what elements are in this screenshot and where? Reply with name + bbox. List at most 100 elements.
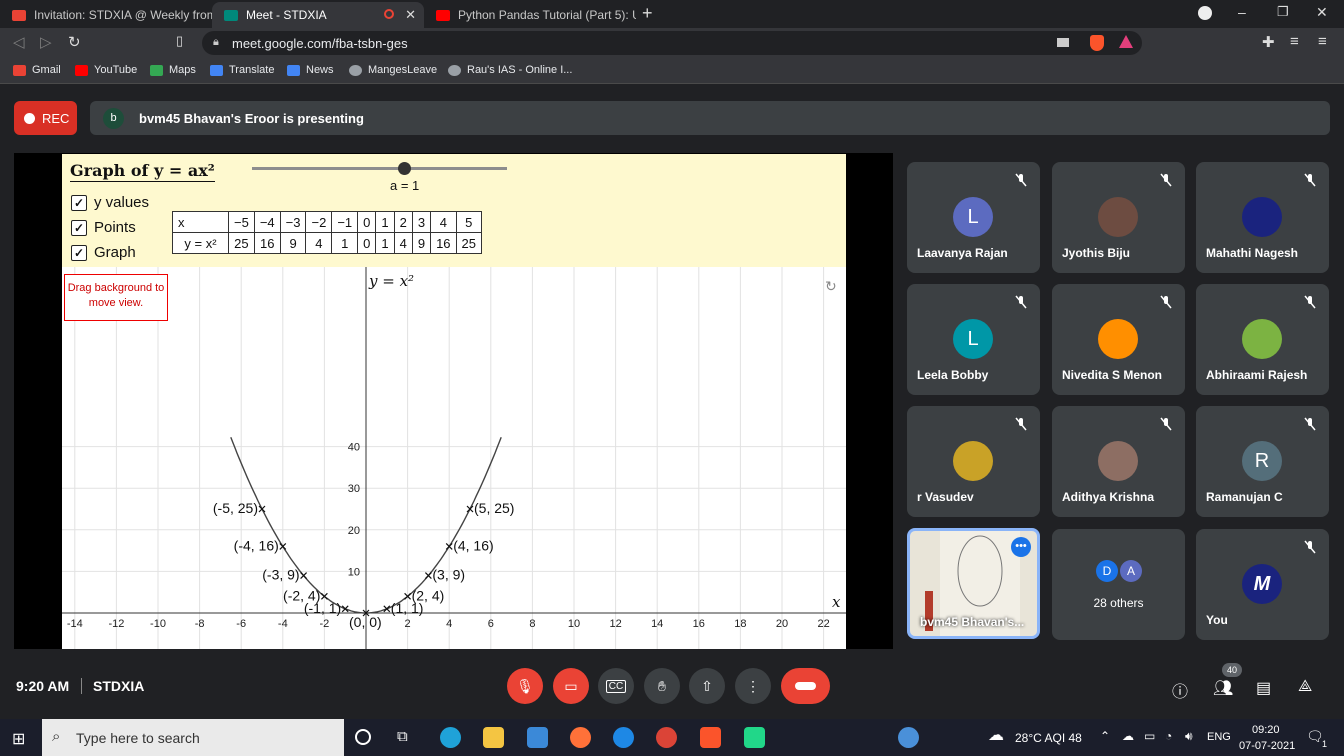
tab-search-icon[interactable]: [1198, 6, 1212, 20]
task-view-icon[interactable]: ⧉: [397, 728, 408, 745]
meeting-details-icon[interactable]: ⓘ: [1172, 678, 1188, 702]
table-header-y: y = x²: [172, 232, 229, 254]
a-slider-track[interactable]: [252, 167, 507, 170]
firefox-icon[interactable]: [570, 727, 591, 748]
checkbox-points[interactable]: ✓ Points: [71, 219, 136, 236]
help-icon[interactable]: [898, 727, 919, 748]
camera-icon[interactable]: [1057, 38, 1069, 47]
file-explorer-icon[interactable]: [483, 727, 504, 748]
others-tile[interactable]: D A 28 others: [1052, 529, 1185, 640]
checkbox-label: Graph: [94, 244, 136, 261]
table-cell-y: 4: [393, 232, 413, 254]
participant-tile[interactable]: r Vasudev: [907, 406, 1040, 517]
brave-rewards-icon[interactable]: [1119, 35, 1133, 48]
url-text[interactable]: meet.google.com/fba-tsbn-ges: [232, 36, 408, 51]
close-tab-icon[interactable]: ✕: [405, 7, 416, 23]
pycharm-icon[interactable]: [744, 727, 765, 748]
a-slider-handle[interactable]: [398, 162, 411, 175]
participant-tile[interactable]: Jyothis Biju: [1052, 162, 1185, 273]
chat-icon[interactable]: ▤: [1256, 678, 1271, 698]
x-tick-label: 4: [446, 618, 452, 630]
function-graph[interactable]: -14-12-10-8-6-4-2246810121416182022-40-3…: [62, 267, 846, 649]
participant-tile[interactable]: Mahathi Nagesh: [1196, 162, 1329, 273]
weather-text[interactable]: 28°C AQI 48: [1015, 731, 1082, 745]
bookmark-youtube[interactable]: YouTube: [75, 64, 137, 76]
taskbar-time[interactable]: 09:20: [1252, 724, 1280, 736]
present-button[interactable]: ⇧: [689, 668, 725, 704]
cortana-icon[interactable]: [355, 729, 371, 745]
participant-tile[interactable]: L Laavanya Rajan: [907, 162, 1040, 273]
mic-off-icon: [1160, 417, 1172, 431]
wifi-icon[interactable]: ◔: [1165, 729, 1172, 743]
bookmark-icon[interactable]: ▯: [176, 33, 183, 49]
tab-meet[interactable]: Meet - STDXIA ✕: [212, 2, 424, 28]
participant-avatar: [1098, 441, 1138, 481]
maximize-icon[interactable]: ❐: [1277, 4, 1289, 20]
participant-tile[interactable]: Abhiraami Rajesh: [1196, 284, 1329, 395]
reload-icon[interactable]: ↻: [68, 33, 81, 51]
activities-icon[interactable]: ⟁: [1298, 678, 1312, 696]
participant-tile[interactable]: Adithya Krishna: [1052, 406, 1185, 517]
checkbox-y-values[interactable]: ✓ y values: [71, 194, 149, 211]
tab-gmail-invitation[interactable]: Invitation: STDXIA @ Weekly from 7:30: [0, 2, 212, 28]
taskbar-date[interactable]: 07-07-2021: [1239, 740, 1295, 752]
camera-toggle[interactable]: ▭: [553, 668, 589, 704]
raise-hand-button[interactable]: ✋︎: [644, 668, 680, 704]
close-window-icon[interactable]: ✕: [1316, 4, 1328, 21]
more-options-button[interactable]: ⋮: [735, 668, 771, 704]
bookmark-raus-ias[interactable]: Rau's IAS - Online I...: [448, 64, 572, 76]
volume-icon[interactable]: 🔊︎: [1185, 729, 1193, 744]
bookmark-maps[interactable]: Maps: [150, 64, 196, 76]
onedrive-icon[interactable]: ☁︎: [1122, 729, 1134, 743]
record-dot-icon: [24, 112, 35, 124]
brave-icon[interactable]: [700, 727, 721, 748]
microphone-toggle[interactable]: 🎙︎: [507, 668, 543, 704]
hang-up-icon: [795, 682, 816, 690]
self-tile[interactable]: M You: [1196, 529, 1329, 640]
self-name: You: [1206, 613, 1228, 627]
bookmark-translate[interactable]: Translate: [210, 64, 274, 76]
new-tab-button[interactable]: +: [642, 3, 653, 24]
presenter-tile[interactable]: ••• bvm45 Bhavan's...: [907, 528, 1040, 639]
minimize-icon[interactable]: –: [1238, 4, 1246, 20]
taskbar-search-box[interactable]: ⌕ Type here to search: [42, 719, 344, 756]
battery-icon[interactable]: ▭: [1144, 729, 1155, 743]
bookmark-gmail[interactable]: Gmail: [13, 64, 61, 76]
windows-start-icon[interactable]: ⊞: [12, 729, 25, 749]
internet-explorer-icon[interactable]: [613, 727, 634, 748]
address-bar[interactable]: 🔒︎ meet.google.com/fba-tsbn-ges: [202, 31, 1142, 55]
participant-name: Nivedita S Menon: [1062, 368, 1163, 382]
captions-button[interactable]: CC: [598, 668, 634, 704]
others-count: 28 others: [1093, 596, 1144, 610]
extensions-icon[interactable]: ✚: [1262, 33, 1275, 51]
menu-icon[interactable]: ≡: [1318, 33, 1327, 50]
reset-view-icon[interactable]: ↻: [825, 278, 837, 295]
checkbox-graph[interactable]: ✓ Graph: [71, 244, 136, 261]
bookmark-news[interactable]: News: [287, 64, 334, 76]
mail-icon[interactable]: [527, 727, 548, 748]
bookmark-mangesleave[interactable]: MangesLeave: [349, 64, 437, 76]
playlist-icon[interactable]: ≡: [1290, 33, 1299, 50]
maps-icon: [150, 64, 163, 76]
participant-tile[interactable]: L Leela Bobby: [907, 284, 1040, 395]
table-cell-x: −3: [279, 211, 307, 233]
geogebra-applet[interactable]: Graph of y = ax² a = 1 ✓ y values ✓ Points…: [62, 154, 846, 649]
people-icon[interactable]: 👥︎: [1213, 678, 1233, 698]
more-options-icon[interactable]: •••: [1011, 537, 1031, 557]
recording-badge[interactable]: REC: [14, 101, 77, 135]
brave-shield-icon[interactable]: [1090, 35, 1104, 51]
leave-call-button[interactable]: [781, 668, 830, 704]
back-icon[interactable]: ◁: [13, 33, 25, 51]
chrome-icon[interactable]: [656, 727, 677, 748]
table-cell-x: 1: [375, 211, 395, 233]
participant-tile[interactable]: R Ramanujan C: [1196, 406, 1329, 517]
participant-tile[interactable]: Nivedita S Menon: [1052, 284, 1185, 395]
y-tick-label: 40: [348, 442, 360, 454]
show-hidden-icons[interactable]: ⌃: [1100, 729, 1110, 743]
edge-icon[interactable]: [440, 727, 461, 748]
forward-icon[interactable]: ▷: [40, 33, 52, 51]
language-indicator[interactable]: ENG: [1207, 731, 1231, 743]
bookmark-label: Translate: [229, 64, 275, 76]
x-tick-label: 22: [817, 618, 829, 630]
tab-youtube[interactable]: Python Pandas Tutorial (Part 5): Updat: [424, 2, 636, 28]
